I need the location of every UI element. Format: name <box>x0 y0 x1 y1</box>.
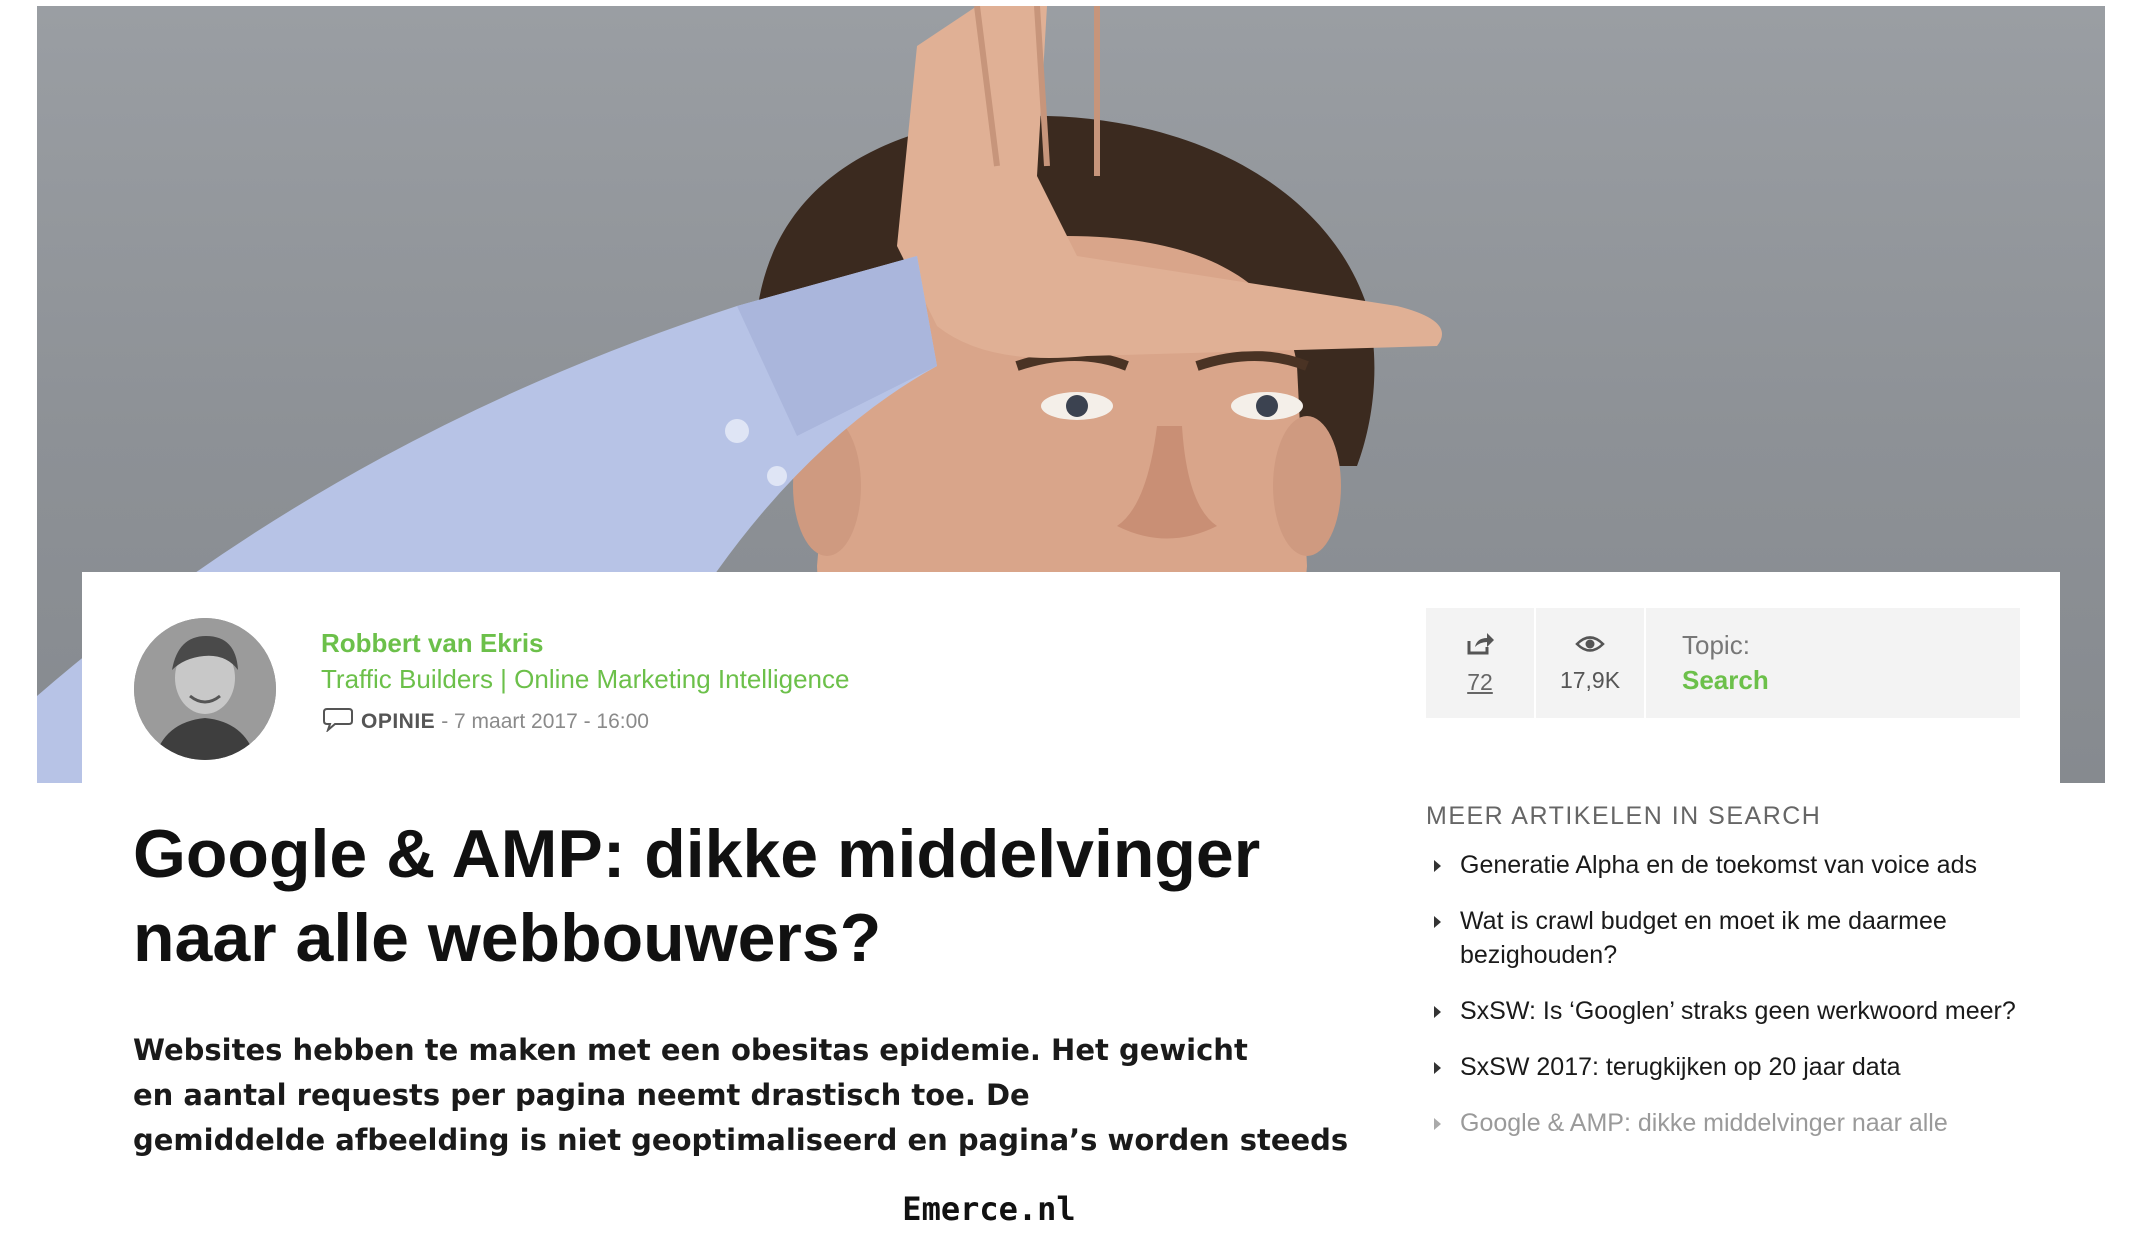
caret-right-icon <box>1434 860 1441 872</box>
lead-line: gemiddelde afbeelding is niet geoptimali… <box>133 1123 1349 1157</box>
related-article-link[interactable]: Wat is crawl budget en moet ik me daarme… <box>1426 904 2026 972</box>
author-name[interactable]: Robbert van Ekris <box>321 628 544 659</box>
eye-icon <box>1575 633 1605 661</box>
related-article-link[interactable]: SxSW 2017: terugkijken op 20 jaar data <box>1426 1050 2026 1084</box>
related-article-link[interactable]: Generatie Alpha en de toekomst van voice… <box>1426 848 2026 882</box>
article-category[interactable]: OPINIE <box>361 710 435 734</box>
speech-bubble-icon <box>321 706 355 738</box>
caret-right-icon <box>1434 1006 1441 1018</box>
author-company[interactable]: Traffic Builders | Online Marketing Inte… <box>321 664 849 695</box>
site-brand-caption: Emerce.nl <box>902 1190 1076 1228</box>
related-article-link-current[interactable]: Google & AMP: dikke middelvinger naar al… <box>1426 1106 2026 1140</box>
article-meta: OPINIE - 7 maart 2017 - 16:00 <box>321 706 649 738</box>
lead-line: en aantal requests per pagina neemt dras… <box>133 1078 1030 1112</box>
related-articles-list: Generatie Alpha en de toekomst van voice… <box>1426 848 2026 1162</box>
lead-line: Websites hebben te maken met een obesita… <box>133 1033 1248 1067</box>
caret-right-icon <box>1434 1062 1441 1074</box>
topic-block: Topic: Search <box>1646 608 1769 718</box>
author-avatar[interactable] <box>134 618 276 760</box>
article-lead: Websites hebben te maken met een obesita… <box>133 1028 1353 1163</box>
topic-link[interactable]: Search <box>1682 665 1769 696</box>
caret-right-icon <box>1434 916 1441 928</box>
share-stat[interactable]: 72 <box>1426 608 1536 718</box>
article-date: - 7 maart 2017 - 16:00 <box>441 710 649 733</box>
article-stats: 72 17,9K Topic: Search <box>1426 608 2020 718</box>
share-icon <box>1465 631 1495 663</box>
views-stat: 17,9K <box>1536 608 1646 718</box>
related-heading: MEER ARTIKELEN IN SEARCH <box>1426 802 1822 830</box>
related-article-link[interactable]: SxSW: Is ‘Googlen’ straks geen werkwoord… <box>1426 994 2026 1028</box>
share-count[interactable]: 72 <box>1467 669 1493 696</box>
view-count: 17,9K <box>1559 666 1621 693</box>
caret-right-icon <box>1434 1118 1441 1130</box>
topic-label: Topic: <box>1682 630 1750 660</box>
article-title: Google & AMP: dikke middelvinger naar al… <box>133 816 1261 976</box>
